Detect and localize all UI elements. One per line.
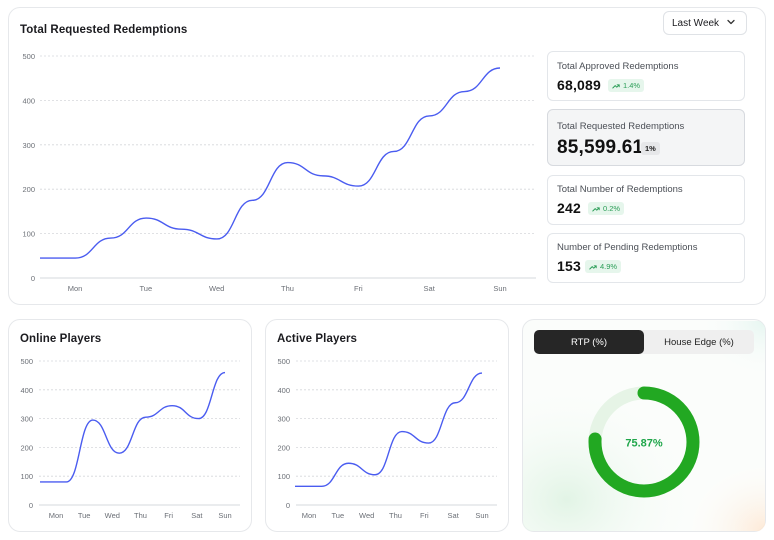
series-line (40, 67, 501, 259)
rtp-donut-gauge: 75.87% (588, 386, 700, 498)
stat-card-pending[interactable]: Number of Pending Redemptions 153 4.9% (547, 233, 745, 283)
y-tick-label: 200 (22, 185, 35, 194)
y-tick-label: 100 (22, 230, 35, 239)
x-tick-label: Tue (78, 511, 91, 520)
y-tick-label: 100 (20, 472, 33, 481)
y-tick-label: 300 (20, 415, 33, 424)
y-tick-label: 400 (20, 386, 33, 395)
x-tick-label: Mon (49, 511, 64, 520)
y-tick-label: 300 (22, 141, 35, 150)
y-tick-label: 200 (277, 443, 290, 452)
x-tick-label: Fri (164, 511, 173, 520)
change-badge: 4.9% (585, 260, 622, 273)
series-line (40, 371, 226, 483)
y-tick-label: 400 (22, 96, 35, 105)
y-tick-label: 500 (277, 357, 290, 366)
tab-house-edge[interactable]: House Edge (%) (644, 330, 754, 354)
y-tick-label: 500 (20, 357, 33, 366)
period-dropdown[interactable]: Last Week (663, 11, 747, 35)
stat-value: 68,089 (557, 77, 602, 93)
x-tick-label: Sun (218, 511, 231, 520)
change-value: 4.9% (600, 262, 618, 271)
change-badge: 1% (641, 142, 660, 155)
redemptions-title: Total Requested Redemptions (20, 24, 188, 36)
stat-card-requested[interactable]: Total Requested Redemptions 85,599.61 1% (547, 109, 745, 166)
y-tick-label: 200 (20, 443, 33, 452)
trend-up-icon (592, 206, 600, 211)
x-tick-label: Sat (448, 511, 460, 520)
stat-card-number[interactable]: Total Number of Redemptions 242 0.2% (547, 175, 745, 225)
x-tick-label: Fri (354, 284, 363, 293)
redemptions-line-chart: 0 100 200 300 400 500 Mon Tue Wed Thu Fri Sat Sun (22, 52, 536, 293)
y-tick-label: 100 (277, 472, 290, 481)
y-tick-label: 0 (31, 274, 35, 283)
trend-up-icon (612, 83, 620, 88)
chevron-down-icon (727, 19, 735, 25)
stat-value: 242 (557, 200, 581, 216)
change-badge: 0.2% (588, 202, 625, 215)
period-dropdown-value: Last Week (672, 17, 720, 29)
active-players-line-chart: 0 100 200 300 400 500 Mon Tue Wed Thu Fri Sat Sun (277, 357, 497, 520)
x-tick-label: Sun (475, 511, 488, 520)
stat-value: 153 (557, 258, 581, 274)
stat-label: Number of Pending Redemptions (557, 242, 698, 253)
x-tick-label: Wed (359, 511, 374, 520)
stat-label: Total Number of Redemptions (557, 184, 683, 195)
y-tick-label: 500 (22, 52, 35, 61)
online-players-title: Online Players (20, 333, 102, 345)
x-tick-label: Sun (493, 284, 506, 293)
x-tick-label: Thu (134, 511, 147, 520)
x-tick-label: Sat (191, 511, 203, 520)
online-players-line-chart: 0 100 200 300 400 500 Mon Tue Wed Thu Fri Sat Sun (20, 357, 240, 520)
gauge-value: 75.87% (625, 438, 663, 450)
stat-value: 85,599.61 (557, 137, 644, 158)
change-value: 1% (645, 144, 656, 153)
y-tick-label: 0 (286, 501, 290, 510)
x-tick-label: Wed (209, 284, 224, 293)
stat-label: Total Approved Redemptions (557, 61, 679, 72)
rtp-toggle[interactable]: RTP (%) House Edge (%) (534, 330, 754, 354)
stat-label: Total Requested Redemptions (557, 121, 685, 132)
y-tick-label: 300 (277, 415, 290, 424)
x-tick-label: Tue (140, 284, 153, 293)
x-tick-label: Fri (420, 511, 429, 520)
active-players-title: Active Players (277, 333, 358, 345)
trend-up-icon (589, 264, 597, 269)
change-value: 0.2% (603, 204, 621, 213)
y-tick-label: 400 (277, 386, 290, 395)
x-tick-label: Mon (68, 284, 83, 293)
stat-card-approved[interactable]: Total Approved Redemptions 68,089 1.4% (547, 51, 745, 101)
y-tick-label: 0 (29, 501, 33, 510)
x-tick-label: Wed (105, 511, 120, 520)
tab-rtp[interactable]: RTP (%) (534, 330, 644, 354)
x-tick-label: Thu (389, 511, 402, 520)
x-tick-label: Mon (302, 511, 317, 520)
x-tick-label: Thu (281, 284, 294, 293)
change-value: 1.4% (623, 81, 641, 90)
change-badge: 1.4% (608, 79, 645, 92)
x-tick-label: Sat (424, 284, 436, 293)
x-tick-label: Tue (332, 511, 345, 520)
